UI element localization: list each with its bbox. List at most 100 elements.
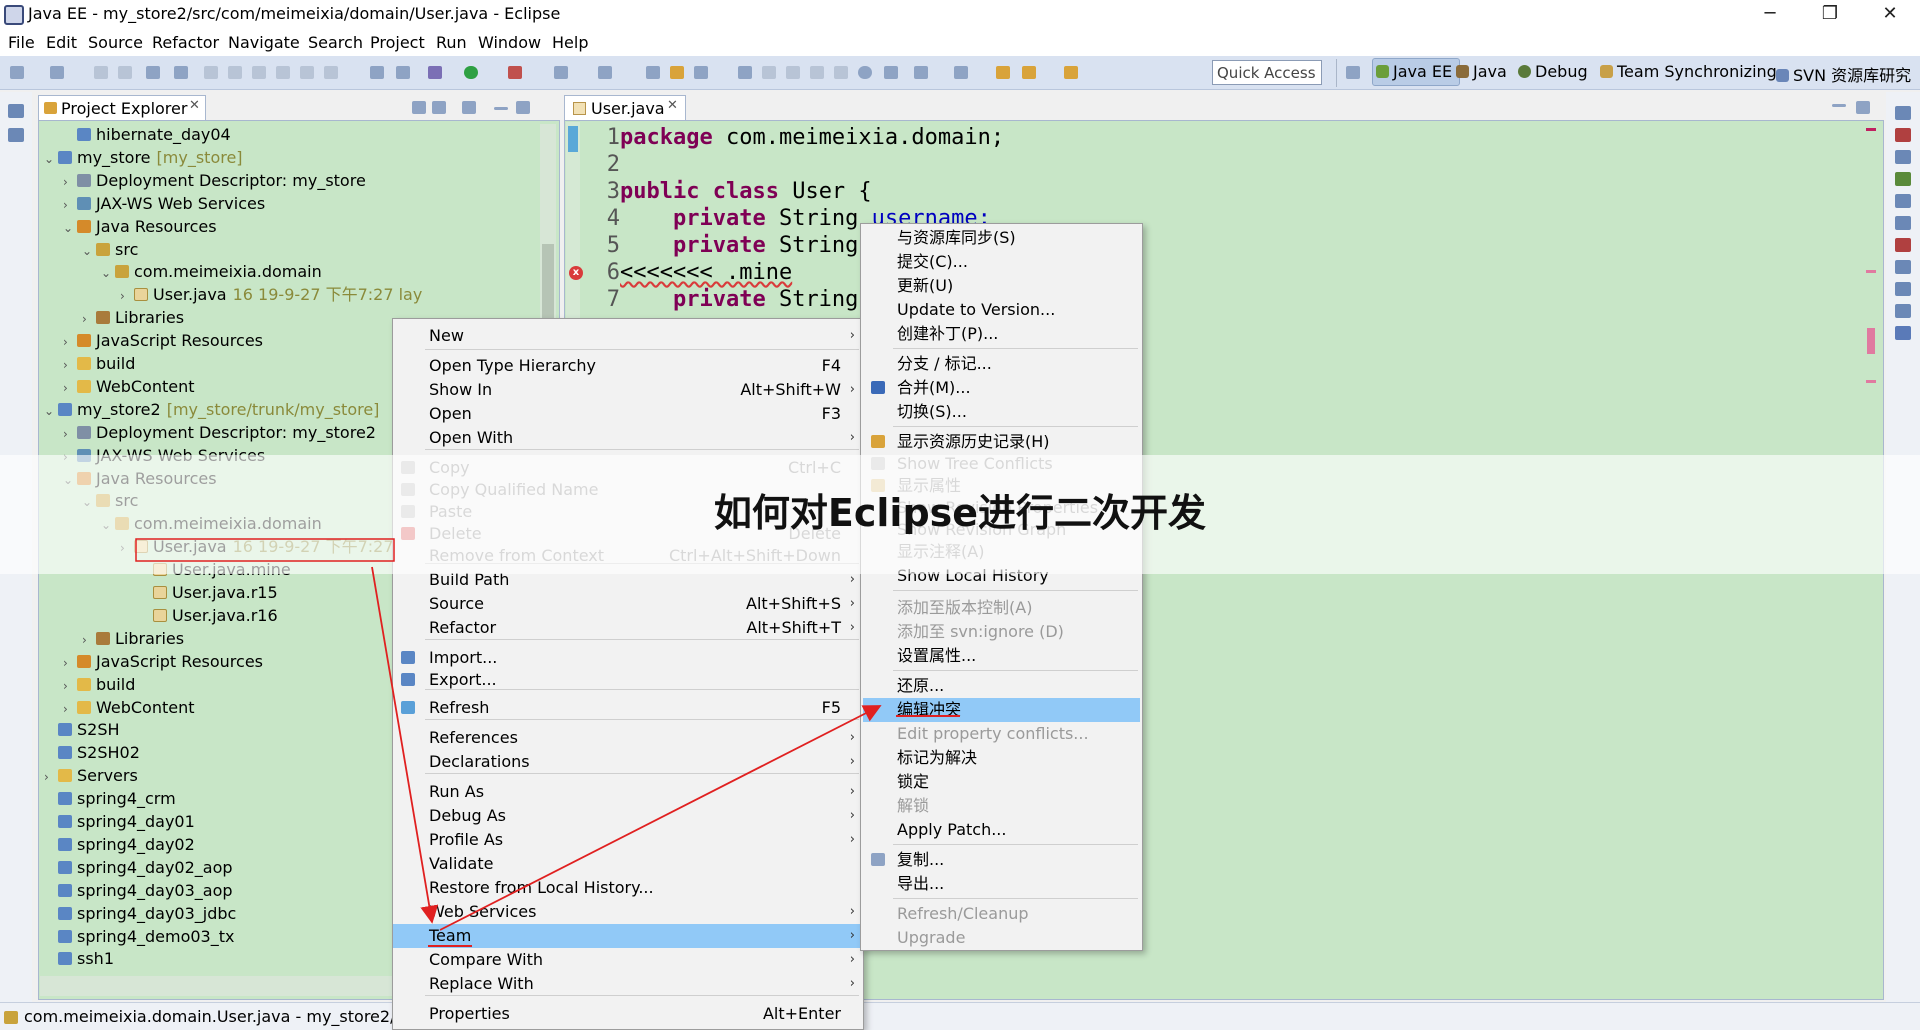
menu-item-open-with[interactable]: Open With ›: [393, 426, 863, 450]
team-menu-item[interactable]: Update to Version...: [863, 298, 1140, 322]
collapsed-arrow-icon[interactable]: ›: [63, 194, 77, 216]
tree-item[interactable]: S2SH02: [44, 742, 146, 764]
view-menu-icon[interactable]: [462, 101, 476, 114]
step-into-icon[interactable]: [276, 66, 290, 79]
restore-icon[interactable]: [8, 104, 24, 118]
menu-run[interactable]: Run: [436, 33, 467, 52]
resume-icon[interactable]: [204, 66, 218, 79]
collapsed-arrow-icon[interactable]: ›: [63, 354, 77, 376]
collapsed-arrow-icon[interactable]: ›: [63, 423, 77, 445]
menu-window[interactable]: Window: [478, 33, 541, 52]
tree-item[interactable]: User.java.r16: [139, 605, 284, 627]
close-icon[interactable]: ✕: [189, 98, 200, 113]
scroll-thumb[interactable]: [542, 244, 554, 324]
menu-item-source[interactable]: Source Alt+Shift+S ›: [393, 592, 863, 616]
tree-item[interactable]: ⌄ Java Resources: [63, 216, 223, 238]
perspective-debug[interactable]: Debug: [1518, 62, 1588, 81]
overview-marker[interactable]: [1866, 128, 1876, 131]
menu-item-web-services[interactable]: Web Services ›: [393, 900, 863, 924]
overview-marker[interactable]: [1866, 380, 1876, 383]
toggle-block-icon[interactable]: [786, 66, 800, 79]
expanded-arrow-icon[interactable]: ⌄: [44, 400, 58, 422]
menu-item-validate[interactable]: Validate: [393, 852, 863, 876]
toggle-breakpoint-icon[interactable]: [174, 66, 188, 79]
expanded-arrow-icon[interactable]: ⌄: [82, 240, 96, 262]
tree-item[interactable]: spring4_crm: [44, 788, 182, 810]
menu-item-debug-as[interactable]: Debug As ›: [393, 804, 863, 828]
last-edit-icon[interactable]: [996, 66, 1010, 79]
maximize-button[interactable]: ❐: [1802, 0, 1858, 30]
minimize-button[interactable]: ─: [1742, 0, 1798, 30]
restore-icon[interactable]: [1895, 106, 1911, 120]
forward-icon[interactable]: [1064, 66, 1078, 79]
open-type-icon[interactable]: [646, 66, 660, 79]
search-icon[interactable]: [694, 66, 708, 79]
new-icon[interactable]: [10, 66, 24, 79]
menu-source[interactable]: Source: [88, 33, 143, 52]
collapsed-arrow-icon[interactable]: ›: [63, 331, 77, 353]
team-menu-item[interactable]: Apply Patch...: [863, 818, 1140, 842]
team-menu-item[interactable]: 切换(S)...: [863, 400, 1140, 424]
back-icon[interactable]: [1022, 66, 1036, 79]
history-icon[interactable]: [1895, 304, 1911, 318]
new-package-icon[interactable]: [598, 66, 612, 79]
project-explorer-tab[interactable]: Project Explorer ✕: [38, 95, 206, 120]
perspective-javaee[interactable]: Java EE: [1376, 62, 1452, 81]
menu-item-run-as[interactable]: Run As ›: [393, 780, 863, 804]
menu-navigate[interactable]: Navigate: [228, 33, 300, 52]
tree-item[interactable]: › Deployment Descriptor: my_store: [63, 170, 372, 192]
suspend-icon[interactable]: [228, 66, 242, 79]
tree-item[interactable]: › JAX-WS Web Services: [63, 193, 271, 215]
collapsed-arrow-icon[interactable]: ›: [63, 377, 77, 399]
open-perspective-icon[interactable]: [1346, 66, 1360, 79]
code-line[interactable]: private String: [620, 286, 858, 313]
team-menu-item[interactable]: 合并(M)...: [863, 376, 1140, 400]
menu-item-compare-with[interactable]: Compare With ›: [393, 948, 863, 972]
tree-item[interactable]: › Deployment Descriptor: my_store2: [63, 422, 382, 444]
team-menu-item[interactable]: 显示资源历史记录(H): [863, 430, 1140, 454]
team-menu-item[interactable]: 与资源库同步(S): [863, 226, 1140, 250]
tree-item[interactable]: › Libraries: [82, 307, 190, 329]
menu-project[interactable]: Project: [370, 33, 425, 52]
tree-item[interactable]: ⌄ my_store2 [my_store/trunk/my_store]: [44, 399, 379, 421]
code-line[interactable]: <<<<<<< .mine: [620, 259, 792, 286]
perspective-team-sync[interactable]: Team Synchronizing: [1600, 62, 1777, 81]
prev-annotation-icon[interactable]: [954, 66, 968, 79]
team-menu-item[interactable]: 编辑冲突: [863, 698, 1140, 722]
tree-item[interactable]: › WebContent: [63, 697, 201, 719]
outline-icon[interactable]: [8, 128, 24, 142]
team-menu-item[interactable]: 分支 / 标记...: [863, 352, 1140, 376]
task-list-icon[interactable]: [1895, 172, 1911, 186]
tree-item[interactable]: spring4_day02_aop: [44, 857, 239, 879]
perspective-svn[interactable]: SVN 资源库研究: [1776, 62, 1911, 86]
team-menu-item[interactable]: 提交(C)...: [863, 250, 1140, 274]
data-source-icon[interactable]: [1895, 282, 1911, 296]
debug-icon[interactable]: [428, 66, 442, 79]
close-button[interactable]: ✕: [1862, 0, 1918, 30]
tree-item[interactable]: User.java.r15: [139, 582, 284, 604]
menu-item-replace-with[interactable]: Replace With ›: [393, 972, 863, 996]
perspective-java[interactable]: Java: [1456, 62, 1507, 81]
tree-item[interactable]: › User.java 16 19-9-27 下午7:27 lay: [120, 284, 422, 306]
team-menu-item[interactable]: 还原...: [863, 674, 1140, 698]
collapsed-arrow-icon[interactable]: ›: [82, 629, 96, 651]
step-over-icon[interactable]: [300, 66, 314, 79]
collapsed-arrow-icon[interactable]: ›: [120, 285, 134, 307]
minimize-editor-icon[interactable]: [1832, 104, 1846, 107]
tree-item[interactable]: ⌄ com.meimeixia.domain: [101, 261, 328, 283]
menu-edit[interactable]: Edit: [46, 33, 77, 52]
terminate-icon[interactable]: [252, 66, 266, 79]
menu-item-references[interactable]: References ›: [393, 726, 863, 750]
sync-icon[interactable]: [884, 66, 898, 79]
menu-refactor[interactable]: Refactor: [152, 33, 219, 52]
tree-item[interactable]: › Servers: [44, 765, 144, 787]
maximize-editor-icon[interactable]: [1856, 101, 1870, 114]
globe-icon[interactable]: [858, 66, 872, 79]
expanded-arrow-icon[interactable]: ⌄: [101, 262, 115, 284]
tree-item[interactable]: › build: [63, 353, 141, 375]
tree-item[interactable]: › Libraries: [82, 628, 190, 650]
close-icon[interactable]: ✕: [667, 98, 678, 113]
servers-icon[interactable]: [1895, 194, 1911, 208]
tree-item[interactable]: S2SH: [44, 719, 126, 741]
menu-item-declarations[interactable]: Declarations ›: [393, 750, 863, 774]
